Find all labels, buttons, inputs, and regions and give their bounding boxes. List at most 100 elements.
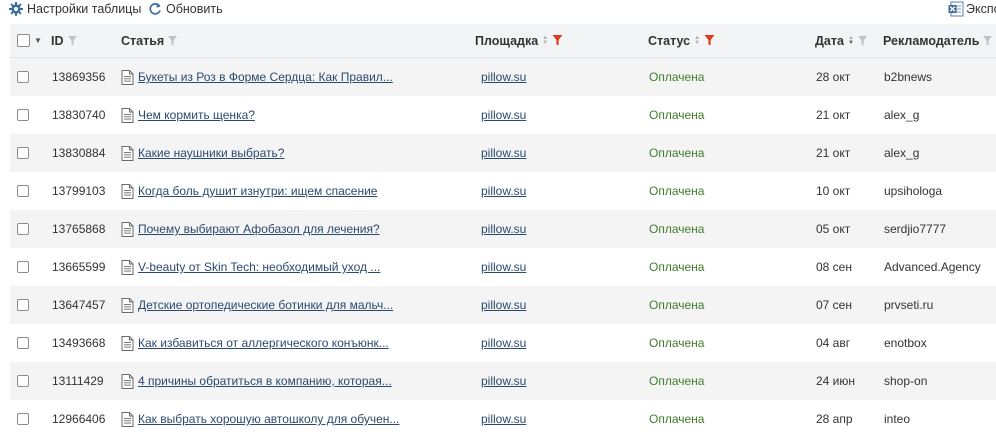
article-link[interactable]: 4 причины обратиться в компанию, которая…	[138, 374, 392, 388]
article-link[interactable]: V-beauty от Skin Tech: необходимый уход …	[138, 260, 380, 274]
site-link[interactable]: pillow.su	[481, 374, 526, 388]
site-cell[interactable]: pillow.su	[481, 58, 526, 96]
site-cell[interactable]: pillow.su	[481, 96, 526, 134]
column-header-status[interactable]: Статус ▲ ▼	[648, 24, 715, 57]
article-cell[interactable]: 4 причины обратиться в компанию, которая…	[121, 362, 392, 400]
row-id: 12966406	[52, 412, 106, 426]
article-cell[interactable]: Чем кормить щенка?	[121, 96, 255, 134]
article-cell[interactable]: Букеты из Роз в Форме Сердца: Как Правил…	[121, 58, 393, 96]
row-checkbox[interactable]	[17, 413, 29, 425]
site-link[interactable]: pillow.su	[481, 70, 526, 84]
site-cell[interactable]: pillow.su	[481, 400, 526, 438]
date-text: 10 окт	[816, 184, 851, 198]
article-cell[interactable]: Как выбрать хорошую автошколу для обучен…	[121, 400, 399, 438]
article-link[interactable]: Букеты из Роз в Форме Сердца: Как Правил…	[138, 70, 393, 84]
site-cell[interactable]: pillow.su	[481, 172, 526, 210]
row-select-cell[interactable]	[17, 324, 29, 362]
row-checkbox[interactable]	[17, 223, 29, 235]
funnel-icon[interactable]	[983, 35, 993, 46]
row-select-cell[interactable]	[17, 248, 29, 286]
row-checkbox[interactable]	[17, 109, 29, 121]
site-link[interactable]: pillow.su	[481, 108, 526, 122]
site-cell[interactable]: pillow.su	[481, 324, 526, 362]
refresh-button[interactable]: Обновить	[147, 1, 223, 17]
table-row[interactable]: 13111429 4 причины обратиться в компанию,…	[10, 362, 996, 400]
sort-arrows-icon[interactable]: ▲ ▼	[694, 35, 700, 46]
table-row[interactable]: 13647457 Детские ортопедические ботинки д…	[10, 286, 996, 324]
article-link[interactable]: Детские ортопедические ботинки для мальч…	[138, 298, 393, 312]
advertiser-text: b2bnews	[884, 70, 933, 84]
select-all-control[interactable]: ▼	[17, 24, 42, 57]
column-header-site[interactable]: Площадка ▲ ▼	[475, 24, 563, 57]
table-row[interactable]: 13799103 Когда боль душит изнутри: ищем с…	[10, 172, 996, 210]
article-cell[interactable]: Какие наушники выбрать?	[121, 134, 284, 172]
column-header-date[interactable]: Дата ▲ ▼	[815, 24, 867, 57]
site-link[interactable]: pillow.su	[481, 146, 526, 160]
table-row[interactable]: 13665599 V-beauty от Skin Tech: необходим…	[10, 248, 996, 286]
site-link[interactable]: pillow.su	[481, 184, 526, 198]
row-select-cell[interactable]	[17, 400, 29, 438]
gear-icon	[8, 1, 24, 17]
funnel-icon[interactable]	[552, 35, 563, 46]
document-icon	[121, 69, 134, 85]
column-header-advertiser[interactable]: Рекламодатель	[883, 24, 993, 57]
article-link[interactable]: Чем кормить щенка?	[138, 108, 255, 122]
site-cell[interactable]: pillow.su	[481, 286, 526, 324]
row-select-cell[interactable]	[17, 362, 29, 400]
column-header-id[interactable]: ID	[51, 24, 77, 57]
status-text: Оплачена	[649, 108, 705, 122]
site-cell[interactable]: pillow.su	[481, 210, 526, 248]
article-link[interactable]: Как выбрать хорошую автошколу для обучен…	[138, 412, 399, 426]
row-select-cell[interactable]	[17, 96, 29, 134]
funnel-icon[interactable]	[704, 35, 715, 46]
table-settings-button[interactable]: Настройки таблицы	[8, 1, 141, 17]
site-link[interactable]: pillow.su	[481, 298, 526, 312]
site-cell[interactable]: pillow.su	[481, 248, 526, 286]
article-cell[interactable]: Почему выбирают Афобазол для лечения?	[121, 210, 380, 248]
site-link[interactable]: pillow.su	[481, 412, 526, 426]
site-link[interactable]: pillow.su	[481, 222, 526, 236]
article-cell[interactable]: Когда боль душит изнутри: ищем спасение	[121, 172, 377, 210]
row-checkbox[interactable]	[17, 375, 29, 387]
row-select-cell[interactable]	[17, 286, 29, 324]
export-button[interactable]: Экспо	[948, 1, 996, 17]
row-select-cell[interactable]	[17, 58, 29, 96]
article-link[interactable]: Когда боль душит изнутри: ищем спасение	[138, 184, 377, 198]
article-cell[interactable]: Как избавиться от аллергического конъюнк…	[121, 324, 389, 362]
row-checkbox[interactable]	[17, 261, 29, 273]
table-row[interactable]: 13493668 Как избавиться от аллергического…	[10, 324, 996, 362]
row-checkbox[interactable]	[17, 185, 29, 197]
row-select-cell[interactable]	[17, 172, 29, 210]
row-checkbox[interactable]	[17, 299, 29, 311]
row-checkbox[interactable]	[17, 147, 29, 159]
funnel-icon[interactable]	[168, 35, 178, 46]
site-link[interactable]: pillow.su	[481, 336, 526, 350]
article-link[interactable]: Как избавиться от аллергического конъюнк…	[138, 336, 389, 350]
table-row[interactable]: 13830740 Чем кормить щенка? pillow.su Оплач…	[10, 96, 996, 134]
site-cell[interactable]: pillow.su	[481, 134, 526, 172]
column-header-article[interactable]: Статья	[121, 24, 178, 57]
table-row[interactable]: 13830884 Какие наушники выбрать? pillow.su…	[10, 134, 996, 172]
row-select-cell[interactable]	[17, 134, 29, 172]
table-row[interactable]: 12966406 Как выбрать хорошую автошколу дл…	[10, 400, 996, 438]
sort-arrows-icon[interactable]: ▲ ▼	[848, 35, 854, 46]
advertiser-text: inteo	[884, 412, 911, 426]
article-link[interactable]: Какие наушники выбрать?	[138, 146, 284, 160]
funnel-icon[interactable]	[67, 35, 77, 46]
table-row[interactable]: 13765868 Почему выбирают Афобазол для леч…	[10, 210, 996, 248]
export-label: Экспо	[966, 2, 996, 16]
sort-arrows-icon[interactable]: ▲ ▼	[542, 35, 548, 46]
advertiser-text: serdjio7777	[884, 222, 947, 236]
site-cell[interactable]: pillow.su	[481, 362, 526, 400]
article-link[interactable]: Почему выбирают Афобазол для лечения?	[138, 222, 380, 236]
article-cell[interactable]: V-beauty от Skin Tech: необходимый уход …	[121, 248, 380, 286]
funnel-icon[interactable]	[857, 35, 867, 46]
table-row[interactable]: 13869356 Букеты из Роз в Форме Сердца: Ка…	[10, 58, 996, 96]
site-link[interactable]: pillow.su	[481, 260, 526, 274]
article-cell[interactable]: Детские ортопедические ботинки для мальч…	[121, 286, 393, 324]
row-checkbox[interactable]	[17, 71, 29, 83]
row-checkbox[interactable]	[17, 337, 29, 349]
chevron-down-icon[interactable]: ▼	[34, 36, 42, 45]
select-all-checkbox[interactable]	[17, 34, 30, 47]
row-select-cell[interactable]	[17, 210, 29, 248]
